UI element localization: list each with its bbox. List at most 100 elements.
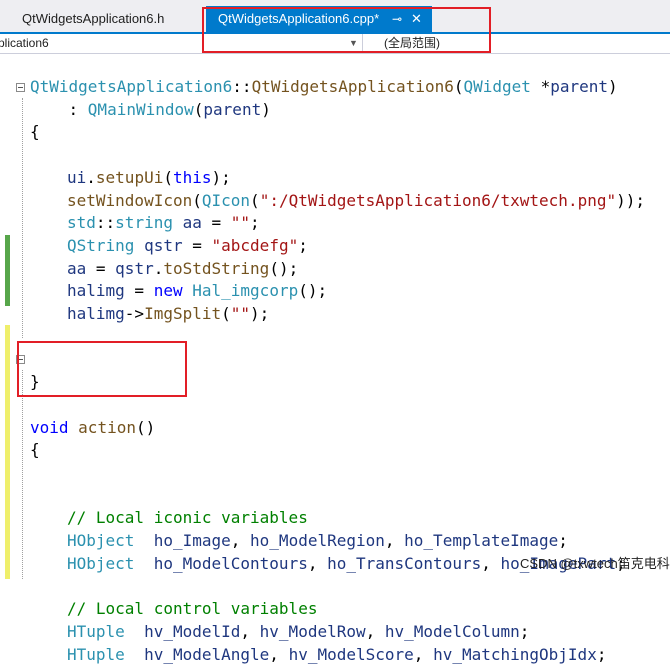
code-token: void [30, 417, 69, 437]
code-token: = [182, 235, 212, 255]
code-token: HObject [67, 531, 135, 550]
code-token: ho_Image [153, 531, 231, 550]
code-token: ; [250, 213, 260, 233]
code-token: qstr [144, 235, 183, 255]
code-token: , [269, 644, 289, 664]
code-token: halimg [67, 281, 125, 301]
code-token: QString [67, 235, 135, 255]
code-token: ); [211, 167, 231, 187]
code-token: . [86, 167, 96, 187]
code-token: (); [298, 281, 328, 301]
code-token: aa [182, 213, 202, 233]
code-token: string [115, 213, 173, 233]
code-token: aa [67, 258, 87, 278]
code-token: = [201, 213, 231, 233]
change-marker-saved [5, 235, 10, 306]
code-line: QString qstr = "abcdefg"; [67, 235, 308, 257]
code-line: HObject ho_Image, ho_ModelRegion, ho_Tem… [67, 530, 568, 552]
code-token: setupUi [95, 167, 164, 187]
code-token: std [67, 213, 96, 233]
code-token: , [365, 621, 385, 641]
code-token: qstr [115, 258, 154, 278]
code-token: hv_ModelRow [259, 621, 366, 641]
code-token: this [172, 167, 212, 187]
code-token: "abcdefg" [211, 235, 299, 255]
code-token: ( [163, 167, 173, 187]
fold-guide [22, 370, 23, 579]
code-token: QWidget [463, 77, 531, 96]
highlight-box-action [17, 341, 187, 397]
code-token: ":/QtWidgetsApplication6/txwtech.png" [259, 190, 617, 210]
fold-guide [22, 98, 23, 338]
code-token: QtWidgetsApplication6 [30, 77, 233, 96]
code-token: { [30, 122, 40, 142]
code-token: setWindowIcon [67, 190, 193, 210]
code-line: // Local control variables [67, 598, 317, 620]
code-token: ho_TemplateImage [404, 531, 559, 550]
change-marker-unsaved [5, 325, 10, 579]
code-line: aa = qstr.toStdString(); [67, 258, 298, 280]
code-token: ; [558, 531, 568, 550]
code-token: new [153, 281, 183, 301]
code-token: "" [230, 213, 251, 233]
code-token: hv_ModelAngle [144, 644, 270, 664]
code-token: , [384, 531, 405, 550]
code-line: halimg = new Hal_imgcorp(); [67, 280, 327, 302]
code-token: hv_ModelColumn [384, 621, 520, 641]
code-token: QMainWindow [87, 99, 194, 119]
code-token: ho_ModelRegion [250, 531, 385, 550]
code-token: , [413, 644, 434, 664]
collapse-icon[interactable] [16, 83, 25, 92]
code-token: // Local control variables [67, 599, 318, 619]
code-line: setWindowIcon(QIcon(":/QtWidgetsApplicat… [67, 190, 645, 212]
code-token: :: [232, 77, 252, 96]
code-token: ( [192, 190, 202, 210]
code-token: action [78, 417, 136, 437]
code-line: { [30, 439, 40, 461]
code-token: ui [67, 167, 87, 187]
code-token: : [30, 99, 88, 119]
code-line: HTuple hv_ModelId, hv_ModelRow, hv_Model… [67, 621, 529, 643]
code-token: () [135, 417, 156, 437]
code-token: ImgSplit [144, 304, 222, 323]
code-line: // Local iconic variables [67, 507, 308, 529]
code-editor[interactable]: QtWidgetsApplication6::QtWidgetsApplicat… [0, 54, 670, 664]
code-token: ho_ModelContours [153, 553, 308, 573]
code-token: ( [453, 77, 464, 96]
code-token: , [307, 553, 328, 573]
code-token: hv_MatchingObjIdx [433, 644, 597, 664]
code-token: "" [230, 304, 251, 323]
code-token: QIcon [201, 190, 251, 210]
code-token: HTuple [67, 621, 125, 641]
code-token: { [30, 440, 40, 460]
code-token: toStdString [163, 258, 270, 278]
project-name: plication6 [0, 36, 49, 50]
code-token: QtWidgetsApplication6 [251, 77, 454, 96]
code-token: , [481, 553, 501, 573]
code-token: ); [250, 304, 270, 323]
code-token: parent [550, 77, 608, 96]
code-line: QtWidgetsApplication6::QtWidgetsApplicat… [30, 76, 618, 98]
code-line: std::string aa = ""; [67, 212, 260, 234]
code-token: . [153, 258, 164, 278]
code-token: HObject [67, 553, 135, 573]
code-token: ( [221, 304, 231, 323]
code-token: ; [519, 621, 530, 641]
code-token: HTuple [67, 644, 125, 664]
code-token: = [86, 258, 116, 278]
code-line: : QMainWindow(parent) [30, 99, 271, 121]
code-token: ho_TransContours [327, 553, 482, 573]
code-token: parent [203, 99, 262, 119]
code-line: ui.setupUi(this); [67, 167, 231, 189]
watermark: CSDN @txwtech笛克电科 [520, 556, 670, 571]
tab-header-file[interactable]: QtWidgetsApplication6.h [0, 6, 195, 32]
code-token: )); [616, 190, 646, 210]
